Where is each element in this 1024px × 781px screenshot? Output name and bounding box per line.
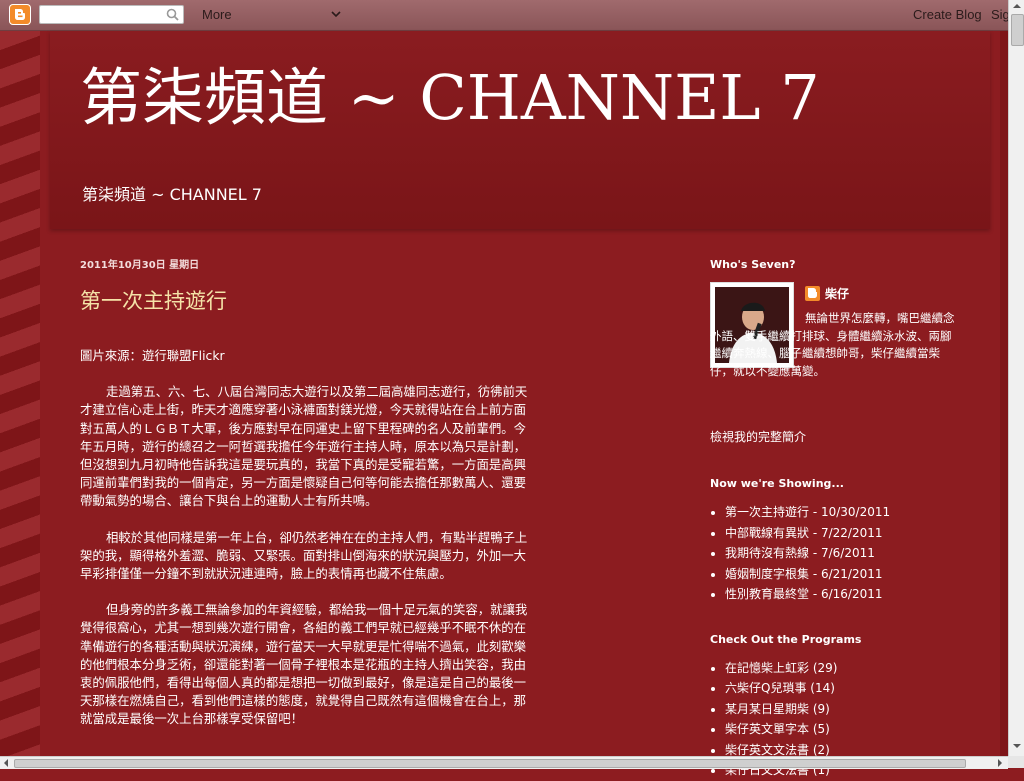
create-blog-link[interactable]: Create Blog bbox=[913, 7, 982, 22]
scroll-left-icon[interactable] bbox=[2, 759, 10, 767]
scroll-right-icon[interactable] bbox=[996, 759, 1004, 767]
recent-post-link[interactable]: 我期待沒有熱線 - 7/6/2011 bbox=[725, 543, 960, 564]
label-link[interactable]: 六柴仔Q兒瑣事 bbox=[725, 681, 806, 695]
label-link[interactable]: 在記憶柴上虹彩 bbox=[725, 661, 809, 675]
label-count: (5) bbox=[812, 722, 830, 736]
label-item: 在記憶柴上虹彩 (29) bbox=[725, 658, 960, 679]
vertical-scrollbar[interactable] bbox=[1008, 0, 1024, 756]
blog-description: 第柒頻道 ~ CHANNEL 7 bbox=[82, 185, 262, 204]
sidebar: Who's Seven? 柴仔 無論世界怎麼轉，嘴巴繼續念外語、雙手繼續打排球、… bbox=[710, 258, 960, 781]
chevron-down-icon[interactable] bbox=[330, 6, 342, 22]
profile-about: 無論世界怎麼轉，嘴巴繼續念外語、雙手繼續打排球、身體繼續泳水波、兩腳繼續奔熱線、… bbox=[710, 311, 955, 378]
blogger-navbar: More Create Blog Sig bbox=[0, 0, 1024, 31]
scroll-down-icon[interactable] bbox=[1013, 742, 1021, 750]
background-pattern bbox=[0, 31, 40, 756]
label-item: 某月某日星期柴 (9) bbox=[725, 699, 960, 720]
blog-page: 第柒頻道 ~ CHANNEL 7 第柒頻道 ~ CHANNEL 7 2011年1… bbox=[40, 31, 1000, 777]
recent-post-link[interactable]: 中部戰線有異狀 - 7/22/2011 bbox=[725, 523, 960, 544]
vertical-scroll-thumb[interactable] bbox=[1011, 14, 1024, 46]
profile-name[interactable]: 柴仔 bbox=[825, 285, 849, 302]
post-paragraph: 相較於其他同樣是第一年上台，卻仍然老神在在的主持人們，有點半趕鴨子上架的我，顯得… bbox=[80, 529, 528, 582]
scrollbar-corner bbox=[1008, 756, 1024, 768]
search-input[interactable] bbox=[39, 5, 184, 24]
blog-header: 第柒頻道 ~ CHANNEL 7 第柒頻道 ~ CHANNEL 7 bbox=[50, 31, 990, 229]
label-count: (14) bbox=[810, 681, 835, 695]
label-count: (9) bbox=[812, 701, 830, 716]
profile-widget: Who's Seven? 柴仔 無論世界怎麼轉，嘴巴繼續念外語、雙手繼續打排球、… bbox=[710, 258, 960, 398]
profile-name-row[interactable]: 柴仔 bbox=[805, 285, 849, 302]
horizontal-scrollbar[interactable] bbox=[0, 756, 1008, 769]
blogger-profile-icon bbox=[805, 286, 820, 301]
recent-post-link[interactable]: 第一次主持遊行 - 10/30/2011 bbox=[725, 502, 960, 523]
label-link[interactable]: 柴仔英文文法書 bbox=[725, 743, 809, 757]
label-count: (29) bbox=[812, 660, 838, 675]
blog-title[interactable]: 第柒頻道 ~ CHANNEL 7 bbox=[80, 61, 820, 135]
view-full-profile-link[interactable]: 檢視我的完整簡介 bbox=[710, 428, 960, 445]
post-date: 2011年10月30日 星期日 bbox=[80, 260, 200, 271]
recent-posts-widget: Now we're Showing... 第一次主持遊行 - 10/30/201… bbox=[710, 477, 960, 605]
search-icon[interactable] bbox=[166, 8, 179, 21]
label-link[interactable]: 柴仔英文單字本 bbox=[725, 722, 809, 736]
post-body: 圖片來源：遊行聯盟Flickr 走過第五、六、七、八屆台灣同志大遊行以及第二屆高… bbox=[80, 347, 530, 729]
post-paragraph: 但身旁的許多義工無論參加的年資經驗，都給我一個十足元氣的笑容，就讓我覺得很窩心，… bbox=[80, 602, 528, 727]
label-item: 六柴仔Q兒瑣事 (14) bbox=[725, 678, 960, 699]
post-paragraph: 走過第五、六、七、八屆台灣同志大遊行以及第二屆高雄同志遊行，彷彿前天才建立信心走… bbox=[80, 384, 528, 509]
background-edge bbox=[1000, 31, 1008, 756]
recent-post-link[interactable]: 婚姻制度字根集 - 6/21/2011 bbox=[725, 564, 960, 585]
recent-posts-heading: Now we're Showing... bbox=[710, 477, 844, 490]
horizontal-scroll-thumb[interactable] bbox=[14, 759, 966, 768]
sign-in-link[interactable]: Sig bbox=[991, 7, 1010, 22]
profile-heading: Who's Seven? bbox=[710, 258, 796, 271]
image-source-line: 圖片來源：遊行聯盟Flickr bbox=[80, 348, 225, 363]
label-item: 柴仔英文單字本 (5) bbox=[725, 719, 960, 740]
recent-posts-list: 第一次主持遊行 - 10/30/2011 中部戰線有異狀 - 7/22/2011… bbox=[710, 502, 960, 605]
scroll-up-icon[interactable] bbox=[1013, 2, 1021, 10]
labels-heading: Check Out the Programs bbox=[710, 632, 862, 646]
blogger-logo-icon[interactable] bbox=[9, 4, 31, 25]
recent-post-link[interactable]: 性別教育最終堂 - 6/16/2011 bbox=[725, 584, 960, 605]
label-count: (2) bbox=[812, 742, 830, 757]
post-title[interactable]: 第一次主持遊行 bbox=[80, 285, 530, 315]
more-menu[interactable]: More bbox=[202, 7, 232, 22]
main-column: 2011年10月30日 星期日 第一次主持遊行 圖片來源：遊行聯盟Flickr … bbox=[80, 256, 530, 747]
label-link[interactable]: 某月某日星期柴 bbox=[725, 702, 809, 716]
